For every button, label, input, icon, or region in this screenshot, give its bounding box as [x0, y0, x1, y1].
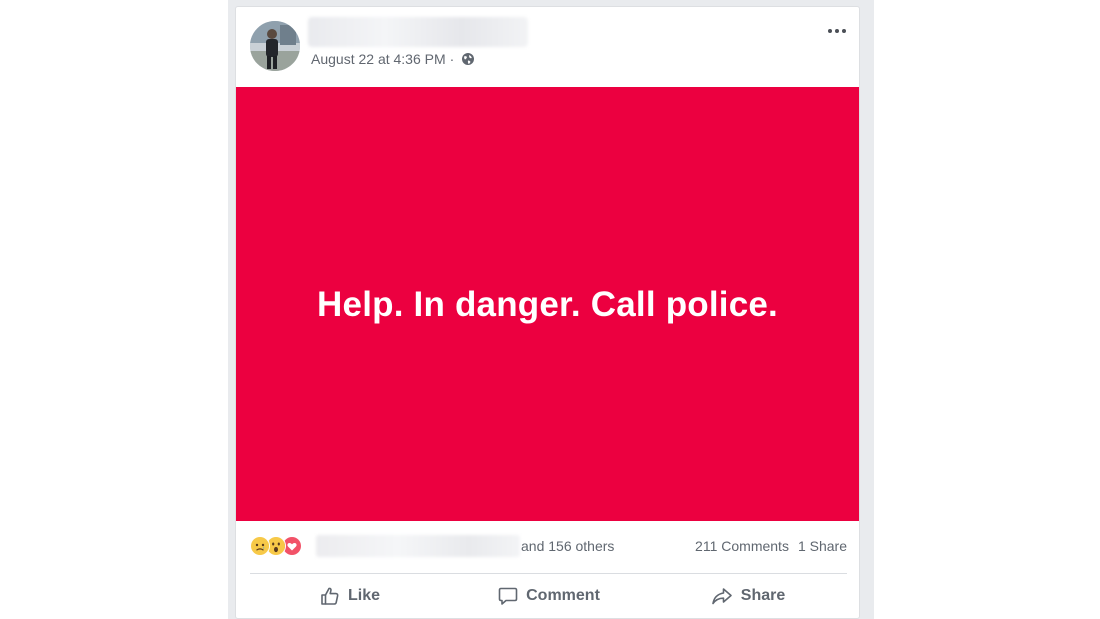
dot: [835, 29, 839, 33]
meta-separator: ·: [449, 51, 455, 67]
author-avatar[interactable]: [250, 21, 300, 71]
post-card: August 22 at 4:36 PM · Help. In danger. …: [235, 6, 860, 619]
reactions-summary: and 156 others 211 Comments 1 Share: [250, 534, 847, 558]
reaction-others-count[interactable]: and 156 others: [521, 538, 614, 554]
author-name-redacted[interactable]: [308, 17, 528, 47]
share-button[interactable]: Share: [648, 579, 847, 613]
reactor-names-redacted[interactable]: [316, 535, 520, 557]
dot: [842, 29, 846, 33]
comment-label: Comment: [526, 587, 600, 604]
dot: [828, 29, 832, 33]
comment-bubble-icon: [497, 585, 519, 607]
post-actions-bar: Like Comment Share: [250, 579, 847, 613]
actions-divider: [250, 573, 847, 574]
comment-button[interactable]: Comment: [449, 579, 648, 613]
comments-count[interactable]: 211 Comments: [695, 538, 789, 554]
share-arrow-icon: [710, 585, 734, 607]
post-image-text: Help. In danger. Call police.: [317, 285, 778, 324]
post-stats: 211 Comments 1 Share: [695, 538, 847, 554]
reaction-icons[interactable]: [250, 536, 302, 556]
share-label: Share: [740, 587, 786, 604]
post-meta: August 22 at 4:36 PM ·: [311, 51, 475, 67]
post-image[interactable]: Help. In danger. Call police.: [236, 87, 859, 521]
shares-count[interactable]: 1 Share: [798, 538, 847, 554]
sad-reaction-icon[interactable]: [250, 536, 270, 556]
globe-icon[interactable]: [461, 52, 475, 66]
post-timestamp[interactable]: August 22 at 4:36 PM: [311, 51, 446, 67]
more-options-icon[interactable]: [825, 21, 849, 41]
thumbs-up-icon: [319, 585, 341, 607]
like-label: Like: [347, 587, 380, 604]
like-button[interactable]: Like: [250, 579, 449, 613]
